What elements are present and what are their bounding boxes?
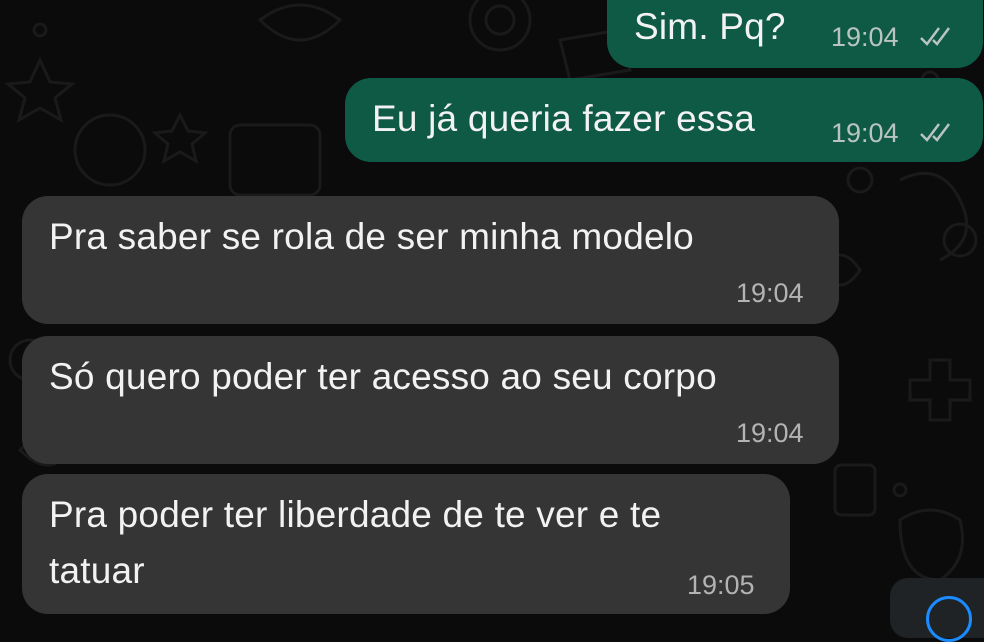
message-text-line-1: Pra poder ter liberdade de te ver e te [49, 494, 662, 535]
message-timestamp: 19:05 [687, 570, 755, 600]
outgoing-message[interactable]: Sim. Pq? 19:04 [607, 0, 983, 68]
message-text: Pra saber se rola de ser minha modelo [49, 216, 694, 257]
outgoing-message[interactable]: Eu já queria fazer essa 19:04 [345, 78, 983, 162]
message-timestamp: 19:04 [831, 22, 899, 52]
message-timestamp: 19:04 [831, 118, 899, 148]
message-text: Sim. Pq? [634, 6, 786, 47]
incoming-message[interactable]: Pra saber se rola de ser minha modelo 19… [22, 196, 839, 324]
message-text: Eu já queria fazer essa [372, 98, 756, 139]
incoming-message[interactable]: Só quero poder ter acesso ao seu corpo 1… [22, 336, 839, 464]
read-double-check-icon [920, 27, 950, 46]
scroll-to-bottom-icon [926, 596, 972, 642]
read-double-check-icon [920, 123, 950, 142]
conversation: Sim. Pq? 19:04 Eu já queria fazer essa 1… [0, 0, 984, 642]
message-text: Só quero poder ter acesso ao seu corpo [49, 356, 717, 397]
message-text-line-2: tatuar [49, 550, 145, 591]
scroll-to-bottom-button[interactable] [890, 578, 984, 642]
message-timestamp: 19:04 [736, 418, 804, 448]
incoming-message[interactable]: Pra poder ter liberdade de te ver e te t… [22, 474, 790, 614]
message-timestamp: 19:04 [736, 278, 804, 308]
